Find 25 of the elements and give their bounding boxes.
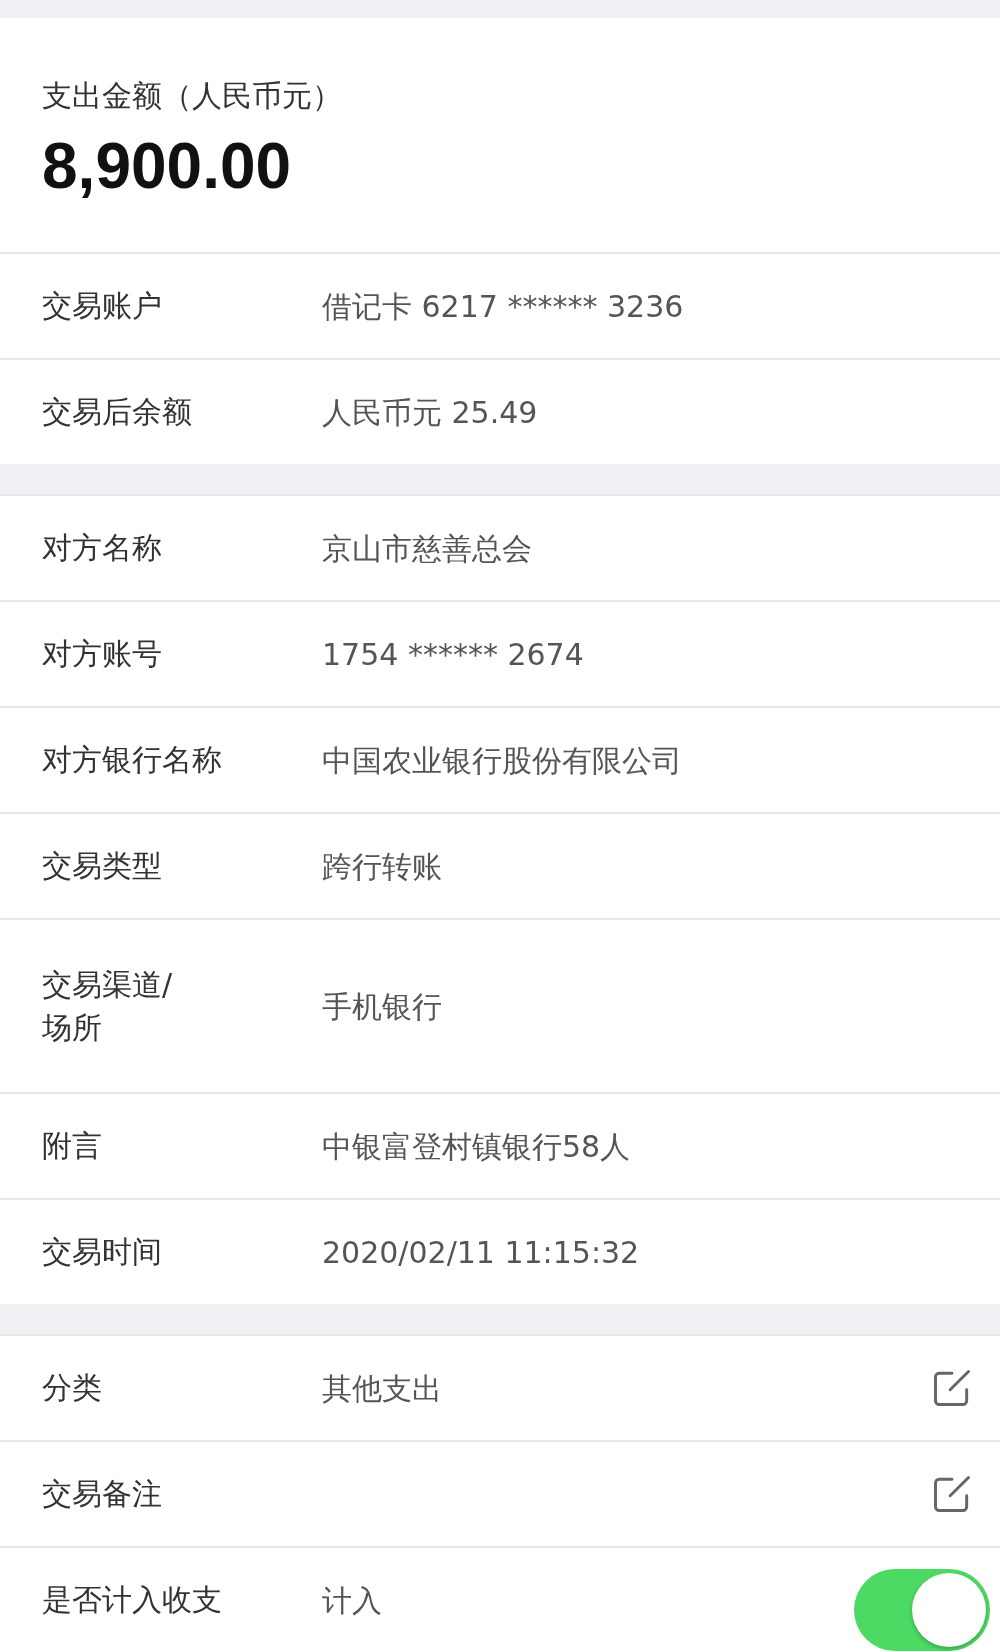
amount-label: 支出金额（人民币元） [42,78,343,114]
field-label: 对方银行名称 [42,741,223,780]
field-value: 中国农业银行股份有限公司 [322,742,682,778]
field-label: 交易时间 [42,1233,163,1272]
field-label: 交易账户 [42,287,163,326]
field-label: 对方账号 [42,635,163,674]
field-label: 交易后余额 [42,393,193,432]
field-value: 1754 ****** 2674 [322,636,584,672]
amount-value: 8,900.00 [42,129,293,204]
field-label: 对方名称 [42,529,163,568]
field-value: 借记卡 6217 ****** 3236 [322,288,684,324]
field-value: 计入 [322,1582,382,1618]
field-value: 手机银行 [322,988,442,1024]
field-label: 分类 [42,1369,103,1408]
field-label: 交易类型 [42,847,163,886]
field-value: 其他支出 [322,1370,442,1406]
field-label: 附言 [42,1127,103,1166]
field-value: 2020/02/11 11:15:32 [322,1234,640,1270]
field-value: 跨行转账 [322,848,442,884]
field-label: 交易渠道/ 场所 [42,965,174,1047]
field-value: 中银富登村镇银行58人 [322,1128,631,1164]
field-label: 是否计入收支 [42,1581,223,1620]
field-label: 交易备注 [42,1475,163,1514]
field-value: 人民币元 25.49 [322,394,538,430]
field-value: 京山市慈善总会 [322,530,532,566]
